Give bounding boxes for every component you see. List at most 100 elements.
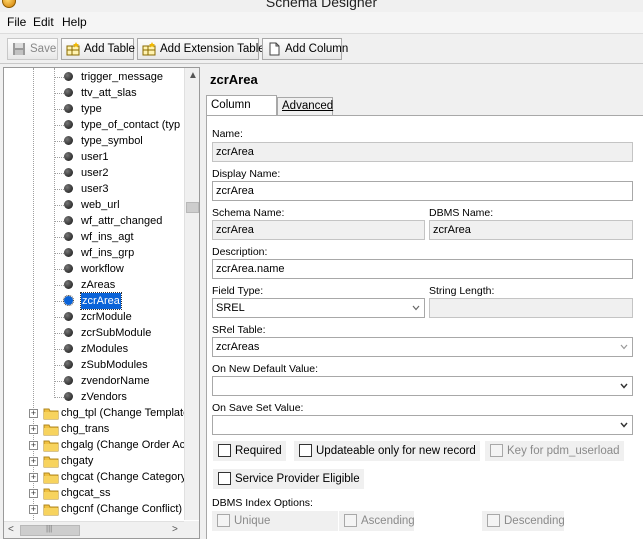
scroll-left-arrow-icon[interactable]: < <box>8 524 14 535</box>
tab-advanced[interactable]: Advanced <box>277 97 333 115</box>
folder-icon <box>43 519 59 520</box>
expand-icon[interactable]: + <box>29 425 38 434</box>
menu-help[interactable]: Help <box>60 15 89 29</box>
tree-table-node[interactable]: chgaty <box>61 453 93 469</box>
add-column-icon <box>269 42 280 56</box>
title-bar: Schema Designer <box>0 0 643 11</box>
service-provider-eligible-checkbox-box[interactable] <box>218 472 231 485</box>
panel-title: zcrArea <box>210 72 258 87</box>
tree-vertical-scrollbar[interactable]: ▲ <box>184 68 199 520</box>
updateable-checkbox-box[interactable] <box>299 444 312 457</box>
column-bullet-icon <box>64 312 73 321</box>
tree-node-label: zSubModules <box>81 359 148 371</box>
tree-guide-line <box>33 68 34 520</box>
tree-connector <box>54 93 64 94</box>
tree-connector <box>54 189 64 190</box>
tree-table-node[interactable]: chgcat (Change Category <box>61 469 186 485</box>
save-label: Save <box>30 43 57 55</box>
tree-node-label: chgcnf (Change Conflict) <box>61 503 183 515</box>
column-bullet-icon <box>64 264 73 273</box>
tree-node-label: chg_trans <box>61 423 110 435</box>
scroll-right-arrow-icon[interactable]: > <box>172 524 178 535</box>
tree-node-label: chg_tpl (Change Template <box>61 407 186 419</box>
add-extension-table-button[interactable]: Add Extension Table <box>137 38 265 60</box>
tree-table-node[interactable]: chgcat_ss <box>61 485 111 501</box>
column-bullet-icon <box>64 72 73 81</box>
srel-table-label: SRel Table: <box>212 324 266 336</box>
key-pdm-userload-label: Key for pdm_userload <box>507 445 620 457</box>
schema-tree[interactable]: trigger_message ttv_att_slas type type_of_c… <box>3 67 200 539</box>
tree-node-label: zcrArea <box>80 292 122 310</box>
add-extension-table-label: Add Extension Table <box>160 43 265 55</box>
on-new-default-select[interactable] <box>212 376 633 396</box>
on-new-default-label: On New Default Value: <box>212 363 319 375</box>
expand-icon[interactable]: + <box>29 441 38 450</box>
expand-icon[interactable]: + <box>29 505 38 514</box>
tree-node-label: zModules <box>81 343 129 355</box>
expand-icon[interactable]: + <box>29 473 38 482</box>
column-bullet-icon <box>64 344 73 353</box>
chevron-down-icon <box>620 383 628 389</box>
tree-connector <box>54 381 64 382</box>
tree-connector <box>54 109 64 110</box>
save-button[interactable]: Save <box>7 38 58 60</box>
required-checkbox-box[interactable] <box>218 444 231 457</box>
tree-node-label: zVendors <box>81 391 127 403</box>
column-info-panel: Name: zcrArea Display Name: zcrArea Sche… <box>206 115 643 539</box>
tree-vertical-scroll-thumb[interactable] <box>186 202 199 213</box>
tree-connector <box>54 365 64 366</box>
tree-table-node[interactable]: chg_tpl (Change Template <box>61 405 186 421</box>
service-provider-eligible-checkbox[interactable]: Service Provider Eligible <box>213 469 364 489</box>
tree-horizontal-scroll-thumb[interactable]: ||| <box>20 524 80 536</box>
required-checkbox[interactable]: Required <box>213 441 286 461</box>
column-bullet-icon <box>64 280 73 289</box>
tree-horizontal-scrollbar[interactable]: < ||| > <box>4 521 186 538</box>
field-type-select[interactable]: SREL <box>212 298 425 318</box>
menu-file[interactable]: File <box>5 15 28 29</box>
tree-table-node[interactable]: chg_trans <box>61 421 109 437</box>
description-field[interactable]: zcrArea.name <box>212 259 633 279</box>
updateable-checkbox[interactable]: Updateable only for new record <box>294 441 480 461</box>
tree-node-label: zvendorName <box>81 375 150 387</box>
srel-table-select[interactable]: zcrAreas <box>212 337 633 357</box>
expand-icon[interactable]: + <box>29 457 38 466</box>
tree-table-node[interactable]: chgcnfsts (Change Conf <box>61 517 179 520</box>
unique-checkbox-box <box>217 514 230 527</box>
column-bullet-icon <box>64 184 73 193</box>
unique-checkbox: Unique <box>212 511 338 531</box>
unique-label: Unique <box>234 515 271 527</box>
tab-column-info[interactable]: Column Info <box>206 95 277 129</box>
add-table-button[interactable]: Add Table <box>61 38 135 60</box>
scroll-corner <box>184 521 199 538</box>
menu-edit[interactable]: Edit <box>31 15 56 29</box>
column-bullet-icon <box>64 136 73 145</box>
expand-icon[interactable]: + <box>29 489 38 498</box>
tree-connector <box>54 141 64 142</box>
scroll-up-arrow-icon[interactable]: ▲ <box>188 70 198 81</box>
display-name-field[interactable]: zcrArea <box>212 181 633 201</box>
add-column-button[interactable]: Add Column <box>262 38 348 60</box>
tree-node-label: type <box>81 103 102 115</box>
tree-connector <box>54 125 64 126</box>
description-label: Description: <box>212 246 268 258</box>
expand-icon[interactable]: + <box>29 409 38 418</box>
field-type-label: Field Type: <box>212 285 264 297</box>
tree-node-label: web_url <box>81 199 120 211</box>
toolbar: Save Add Table Add Extension Table Add C… <box>0 35 643 64</box>
column-bullet-icon <box>64 248 73 257</box>
tree-node-label: wf_attr_changed <box>81 215 163 227</box>
dbms-index-options-label: DBMS Index Options: <box>212 497 313 509</box>
schema-name-field: zcrArea <box>212 220 425 240</box>
folder-icon <box>43 408 59 420</box>
tree-connector <box>54 157 64 158</box>
on-save-set-select[interactable] <box>212 415 633 435</box>
tree-table-node[interactable]: chgalg (Change Order Act <box>61 437 186 453</box>
tree-connector <box>54 77 64 78</box>
descending-checkbox: Descending <box>482 511 565 531</box>
srel-table-value: zcrAreas <box>216 341 260 353</box>
tree-node-label: chgcnfsts (Change Conf <box>61 519 179 520</box>
ascending-checkbox: Ascending <box>339 511 415 531</box>
tree-connector <box>54 349 64 350</box>
tree-table-node[interactable]: chgcnf (Change Conflict) <box>61 501 182 517</box>
tree-node-label: type_symbol <box>81 135 143 147</box>
